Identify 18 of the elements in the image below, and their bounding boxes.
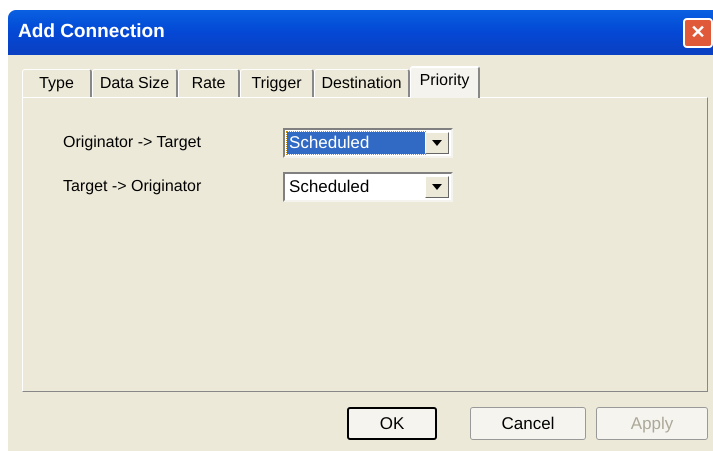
tab[interactable]: Type bbox=[22, 69, 92, 97]
field-label: Target -> Originator bbox=[63, 177, 202, 197]
field-label: Originator -> Target bbox=[63, 133, 202, 153]
tab[interactable]: Data Size bbox=[92, 69, 178, 97]
dropdown[interactable]: Scheduled bbox=[283, 172, 453, 202]
dropdown[interactable]: Scheduled bbox=[283, 128, 453, 158]
dropdown-value: Scheduled bbox=[288, 176, 370, 198]
window-title: Add Connection bbox=[18, 20, 165, 44]
tab[interactable]: Destination bbox=[314, 69, 410, 97]
close-button[interactable]: ✕ bbox=[683, 18, 713, 48]
dropdown-value: Scheduled bbox=[287, 132, 425, 154]
tab[interactable]: Rate bbox=[178, 69, 240, 97]
tab[interactable]: Priority bbox=[410, 66, 480, 98]
tab[interactable]: Trigger bbox=[240, 69, 314, 97]
caret-icon bbox=[425, 176, 449, 198]
caret-icon bbox=[425, 132, 449, 154]
dialog-button[interactable]: OK bbox=[347, 407, 437, 440]
dialog-button[interactable]: Cancel bbox=[470, 407, 586, 440]
